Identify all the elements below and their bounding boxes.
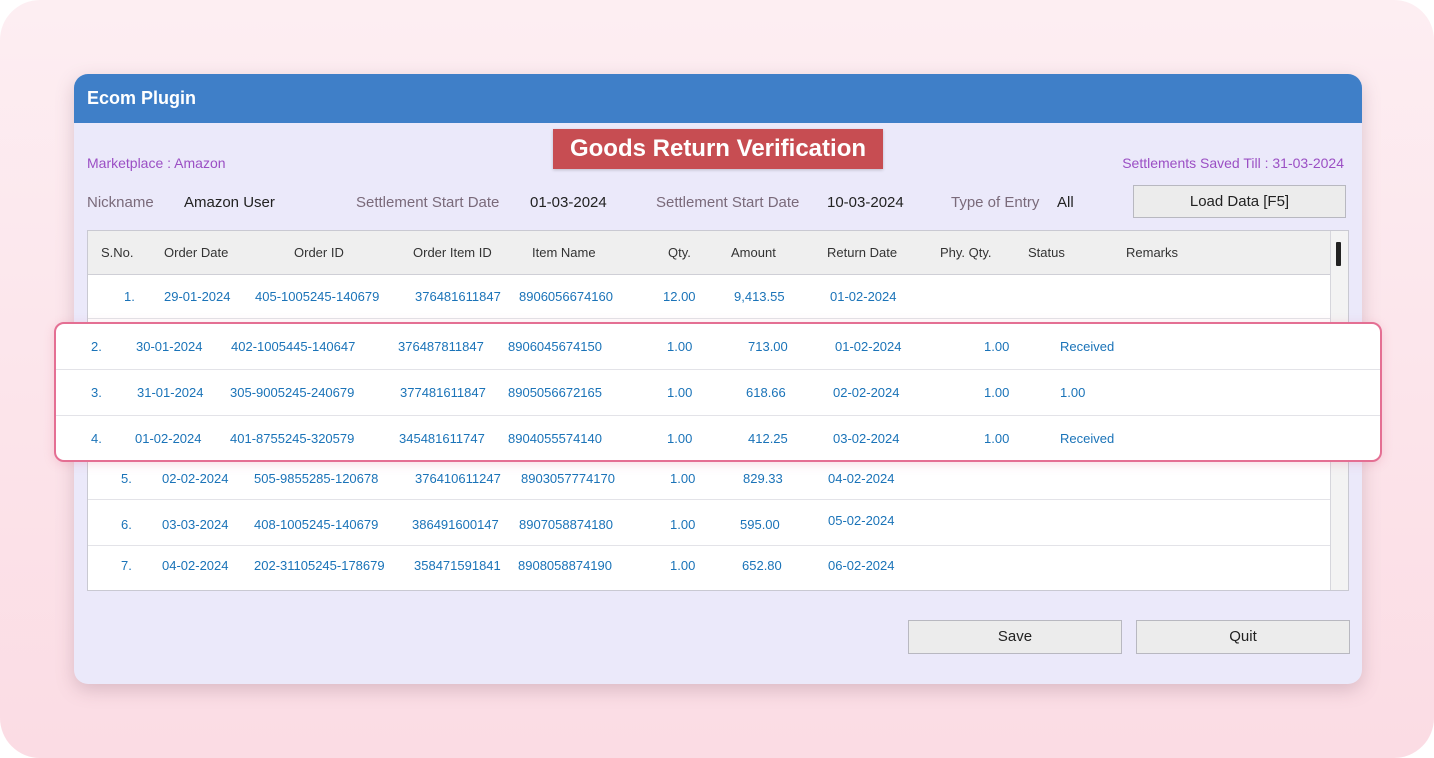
entry-type-value[interactable]: All bbox=[1057, 194, 1074, 211]
cell-order-date: 03-03-2024 bbox=[162, 517, 229, 532]
table-row[interactable]: 6. 03-03-2024 408-1005245-140679 3864916… bbox=[88, 500, 1331, 546]
cell-order-item-id: 386491600147 bbox=[412, 517, 499, 532]
col-qty[interactable]: Qty. bbox=[668, 231, 691, 275]
settlement-start-value[interactable]: 01-03-2024 bbox=[530, 194, 607, 211]
col-order-item-id[interactable]: Order Item ID bbox=[413, 231, 492, 275]
cell-order-date: 04-02-2024 bbox=[162, 558, 229, 573]
quit-button[interactable]: Quit bbox=[1136, 620, 1350, 654]
highlighted-row[interactable]: 3. 31-01-2024 305-9005245-240679 3774816… bbox=[56, 370, 1380, 416]
cell-item-name: 8905056672165 bbox=[508, 385, 602, 400]
col-amount[interactable]: Amount bbox=[731, 231, 776, 275]
cell-return-date: 01-02-2024 bbox=[830, 289, 897, 304]
marketplace-label: Marketplace : Amazon bbox=[87, 155, 226, 171]
highlighted-row[interactable]: 2. 30-01-2024 402-1005445-140647 3764878… bbox=[56, 324, 1380, 370]
cell-amount: 595.00 bbox=[740, 517, 780, 532]
cell-sno: 3. bbox=[91, 385, 102, 400]
save-button[interactable]: Save bbox=[908, 620, 1122, 654]
highlighted-row[interactable]: 4. 01-02-2024 401-8755245-320579 3454816… bbox=[56, 416, 1380, 460]
cell-amount: 618.66 bbox=[746, 385, 786, 400]
col-phy-qty[interactable]: Phy. Qty. bbox=[940, 231, 992, 275]
cell-order-date: 01-02-2024 bbox=[135, 431, 202, 446]
cell-order-item-id: 377481611847 bbox=[400, 385, 486, 400]
settlement-end-label: Settlement Start Date bbox=[656, 194, 800, 211]
settlement-end-value[interactable]: 10-03-2024 bbox=[827, 194, 904, 211]
col-return-date[interactable]: Return Date bbox=[827, 231, 897, 275]
cell-item-name: 8906045674150 bbox=[508, 339, 602, 354]
cell-item-name: 8908058874190 bbox=[518, 558, 612, 573]
cell-qty: 1.00 bbox=[667, 339, 693, 354]
cell-order-item-id: 376481611847 bbox=[415, 289, 501, 304]
cell-qty: 12.00 bbox=[663, 289, 696, 304]
cell-qty: 1.00 bbox=[670, 471, 696, 486]
cell-item-name: 8907058874180 bbox=[519, 517, 613, 532]
table-header: S.No. Order Date Order ID Order Item ID … bbox=[88, 231, 1331, 275]
cell-return-date: 06-02-2024 bbox=[828, 558, 895, 573]
col-item-name[interactable]: Item Name bbox=[532, 231, 596, 275]
col-remarks[interactable]: Remarks bbox=[1126, 231, 1178, 275]
cell-order-item-id: 376487811847 bbox=[398, 339, 484, 354]
nickname-value[interactable]: Amazon User bbox=[184, 194, 275, 211]
cell-order-date: 02-02-2024 bbox=[162, 471, 229, 486]
cell-order-item-id: 358471591841 bbox=[414, 558, 501, 573]
load-data-button[interactable]: Load Data [F5] bbox=[1133, 185, 1346, 218]
cell-return-date: 05-02-2024 bbox=[828, 513, 895, 528]
cell-return-date: 01-02-2024 bbox=[835, 339, 902, 354]
cell-qty: 1.00 bbox=[667, 385, 693, 400]
cell-order-id: 505-9855285-120678 bbox=[254, 471, 379, 486]
entry-type-label: Type of Entry bbox=[951, 194, 1040, 211]
cell-return-date: 02-02-2024 bbox=[833, 385, 900, 400]
col-status[interactable]: Status bbox=[1028, 231, 1065, 275]
table-row[interactable]: 7. 04-02-2024 202-31105245-178679 358471… bbox=[88, 546, 1331, 590]
cell-phy-qty: 1.00 bbox=[984, 339, 1010, 354]
cell-status: 1.00 bbox=[1060, 385, 1086, 400]
window-title: Ecom Plugin bbox=[74, 74, 1362, 123]
cell-order-item-id: 345481611747 bbox=[399, 431, 485, 446]
cell-sno: 1. bbox=[124, 289, 135, 304]
cell-order-date: 31-01-2024 bbox=[137, 385, 204, 400]
cell-qty: 1.00 bbox=[670, 558, 696, 573]
cell-item-name: 8904055574140 bbox=[508, 431, 602, 446]
cell-amount: 9,413.55 bbox=[734, 289, 785, 304]
col-sno[interactable]: S.No. bbox=[101, 231, 134, 275]
cell-order-item-id: 376410611247 bbox=[415, 471, 501, 486]
cell-amount: 829.33 bbox=[743, 471, 783, 486]
cell-status: Received bbox=[1060, 431, 1115, 446]
settlements-saved-label: Settlements Saved Till : 31-03-2024 bbox=[1122, 155, 1344, 171]
table-row[interactable]: 1. 29-01-2024 405-1005245-140679 3764816… bbox=[88, 275, 1331, 319]
page-banner: Goods Return Verification bbox=[553, 129, 883, 169]
cell-amount: 713.00 bbox=[748, 339, 788, 354]
cell-order-id: 402-1005445-140647 bbox=[231, 339, 356, 354]
cell-sno: 5. bbox=[121, 471, 132, 486]
cell-order-id: 305-9005245-240679 bbox=[230, 385, 355, 400]
cell-phy-qty: 1.00 bbox=[984, 431, 1010, 446]
cell-order-date: 29-01-2024 bbox=[164, 289, 231, 304]
cell-sno: 4. bbox=[91, 431, 102, 446]
highlighted-rows-panel: 2. 30-01-2024 402-1005445-140647 3764878… bbox=[54, 322, 1382, 462]
cell-order-date: 30-01-2024 bbox=[136, 339, 203, 354]
cell-status: Received bbox=[1060, 339, 1115, 354]
cell-amount: 412.25 bbox=[748, 431, 788, 446]
col-order-date[interactable]: Order Date bbox=[164, 231, 228, 275]
cell-return-date: 04-02-2024 bbox=[828, 471, 895, 486]
cell-qty: 1.00 bbox=[667, 431, 693, 446]
cell-sno: 2. bbox=[91, 339, 102, 354]
settlement-start-label: Settlement Start Date bbox=[356, 194, 500, 211]
cell-order-id: 408-1005245-140679 bbox=[254, 517, 379, 532]
cell-return-date: 03-02-2024 bbox=[833, 431, 900, 446]
cell-order-id: 202-31105245-178679 bbox=[254, 558, 385, 573]
nickname-label: Nickname bbox=[87, 194, 154, 211]
cell-amount: 652.80 bbox=[742, 558, 782, 573]
cell-sno: 6. bbox=[121, 517, 132, 532]
scrollbar-thumb[interactable] bbox=[1336, 242, 1341, 266]
cell-qty: 1.00 bbox=[670, 517, 696, 532]
cell-item-name: 8906056674160 bbox=[519, 289, 613, 304]
col-order-id[interactable]: Order ID bbox=[294, 231, 344, 275]
cell-order-id: 405-1005245-140679 bbox=[255, 289, 380, 304]
cell-phy-qty: 1.00 bbox=[984, 385, 1010, 400]
cell-order-id: 401-8755245-320579 bbox=[230, 431, 355, 446]
cell-sno: 7. bbox=[121, 558, 132, 573]
cell-item-name: 8903057774170 bbox=[521, 471, 615, 486]
